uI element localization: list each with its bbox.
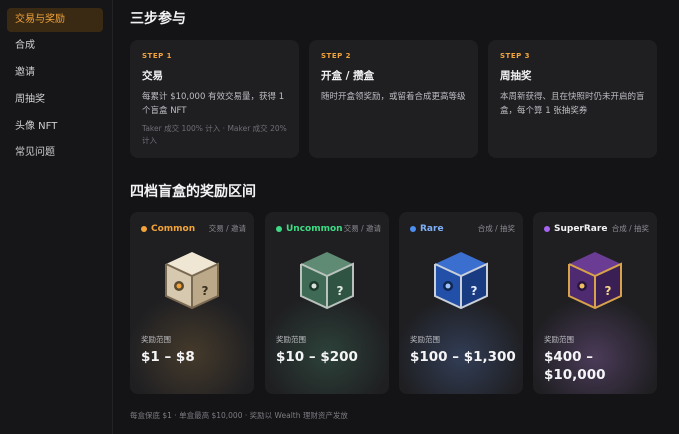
- step-card-3: STEP 3 周抽奖 本周新获得、且在快照时仍未开启的盲盒，每个算 1 张抽奖券: [488, 40, 657, 158]
- box-card-header: Uncommon 交易 / 邀请: [276, 223, 381, 237]
- range-label: 奖励范围: [276, 335, 306, 344]
- box-card-header: Rare 合成 / 抽奖: [410, 223, 515, 237]
- tier-name: Rare: [420, 224, 444, 234]
- range-value: $100 – $1,300: [410, 349, 516, 365]
- sidebar-item-weekly-draw[interactable]: 周抽奖: [7, 88, 103, 112]
- range-label: 奖励范围: [141, 335, 171, 344]
- range-label: 奖励范围: [410, 335, 440, 344]
- boxes-section-title: 四档盲盒的奖励区间: [130, 184, 256, 200]
- tier-dot: [544, 226, 550, 232]
- sidebar-item-synthesis[interactable]: 合成: [7, 34, 103, 58]
- svg-text:?: ?: [337, 284, 344, 298]
- common-box-icon: ?: [165, 252, 219, 310]
- step-title: 交易: [142, 70, 163, 82]
- step-title: 周抽奖: [500, 70, 532, 82]
- superrare-box-icon: ?: [568, 252, 622, 310]
- box-card-uncommon[interactable]: Uncommon 交易 / 邀请 ? 奖励范围 $10 – $200: [265, 212, 389, 394]
- range-value: $10 – $200: [276, 349, 358, 365]
- tier-name: SuperRare: [554, 224, 608, 234]
- step-label: STEP 2: [321, 52, 352, 60]
- uncommon-box-icon: ?: [300, 252, 354, 310]
- tier-name: Uncommon: [286, 224, 343, 234]
- tier-name: Common: [151, 224, 196, 234]
- sidebar-item-trade-rewards[interactable]: 交易与奖励: [7, 8, 103, 32]
- step-label: STEP 3: [500, 52, 531, 60]
- step-note: Taker 成交 100% 计入 · Maker 成交 20% 计入: [142, 124, 287, 145]
- step-title: 开盒 / 攒盒: [321, 70, 375, 82]
- tier-source: 交易 / 邀请: [343, 224, 381, 233]
- steps-section-title: 三步参与: [130, 11, 186, 27]
- step-card-1: STEP 1 交易 每累计 $10,000 有效交易量，获得 1 个盲盒 NFT…: [130, 40, 299, 158]
- range-label: 奖励范围: [544, 335, 574, 344]
- step-label: STEP 1: [142, 52, 173, 60]
- box-card-common[interactable]: Common 交易 / 邀请 ? 奖励范围 $1 – $8: [130, 212, 254, 394]
- tier-source: 合成 / 抽奖: [611, 224, 649, 233]
- tier-dot: [410, 226, 416, 232]
- rare-box-icon: ?: [434, 252, 488, 310]
- svg-text:?: ?: [202, 284, 209, 298]
- box-card-superrare[interactable]: SuperRare 合成 / 抽奖 ? 奖励范围 $400 – $10,000: [533, 212, 657, 394]
- sidebar: 交易与奖励 合成 邀请 周抽奖 头像 NFT 常见问题: [0, 0, 113, 434]
- tier-dot: [276, 226, 282, 232]
- svg-text:?: ?: [605, 284, 612, 298]
- box-card-header: SuperRare 合成 / 抽奖: [544, 223, 649, 237]
- step-description: 随时开盒领奖励，或留着合成更高等级: [321, 92, 466, 102]
- step-description: 每累计 $10,000 有效交易量，获得 1 个盲盒 NFT: [142, 92, 285, 116]
- step-card-2: STEP 2 开盒 / 攒盒 随时开盒领奖励，或留着合成更高等级: [309, 40, 478, 158]
- tier-source: 交易 / 邀请: [208, 224, 246, 233]
- tier-source: 合成 / 抽奖: [477, 224, 515, 233]
- box-card-rare[interactable]: Rare 合成 / 抽奖 ? 奖励范围 $100 – $1,300: [399, 212, 523, 394]
- range-value: $1 – $8: [141, 349, 195, 365]
- box-card-header: Common 交易 / 邀请: [141, 223, 246, 237]
- sidebar-item-faq[interactable]: 常见问题: [7, 141, 103, 165]
- tier-dot: [141, 226, 147, 232]
- svg-text:?: ?: [471, 284, 478, 298]
- footer-note: 每盒保底 $1 · 单盒最高 $10,000 · 奖励以 Wealth 理财资产…: [130, 411, 348, 420]
- sidebar-item-invite[interactable]: 邀请: [7, 61, 103, 85]
- range-value: $400 – $10,000: [544, 349, 606, 383]
- sidebar-item-avatar-nft[interactable]: 头像 NFT: [7, 115, 103, 139]
- step-description: 本周新获得、且在快照时仍未开启的盲盒，每个算 1 张抽奖券: [500, 92, 645, 116]
